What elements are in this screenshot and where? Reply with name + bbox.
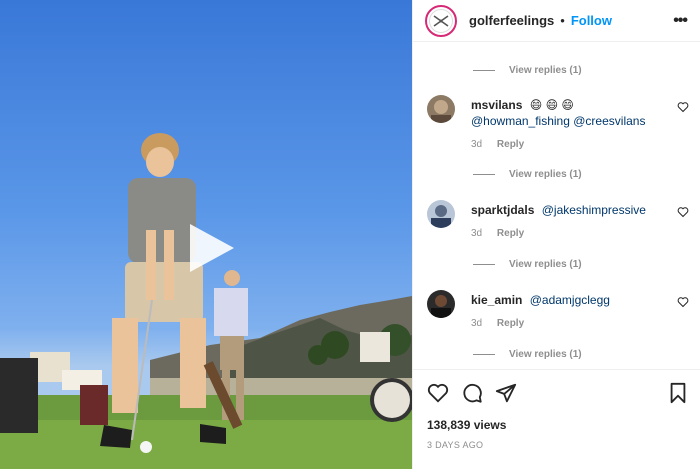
view-count[interactable]: 138,839 views <box>427 418 506 432</box>
post-timestamp: 3 DAYS AGO <box>427 440 484 450</box>
view-replies-button[interactable]: View replies (1) <box>473 65 582 76</box>
view-replies-label: View replies (1) <box>509 169 582 180</box>
follow-button[interactable]: Follow <box>571 13 612 28</box>
heart-icon[interactable] <box>427 382 449 404</box>
heart-icon[interactable] <box>677 296 689 308</box>
comment-time: 3d <box>471 139 483 150</box>
avatar[interactable] <box>427 290 455 318</box>
view-replies-button[interactable]: View replies (1) <box>473 349 582 360</box>
heart-icon[interactable] <box>677 101 689 113</box>
view-replies-button[interactable]: View replies (1) <box>473 259 582 270</box>
comment-meta: 3d Reply <box>471 228 536 239</box>
more-options-icon[interactable]: ••• <box>673 12 688 30</box>
separator-dot: • <box>560 13 565 28</box>
post-sidebar: golferfeelings • Follow ••• View replies… <box>412 0 700 469</box>
divider-line <box>473 264 495 265</box>
post-actions: 138,839 views 3 DAYS AGO <box>413 369 700 469</box>
divider-line <box>473 174 495 175</box>
account-avatar[interactable] <box>425 4 457 37</box>
share-icon[interactable] <box>495 382 517 404</box>
view-replies-label: View replies (1) <box>509 259 582 270</box>
comment-text: kie_amin @adamjgclegg <box>471 292 667 308</box>
view-replies-label: View replies (1) <box>509 65 582 76</box>
divider-line <box>473 70 495 71</box>
comment-time: 3d <box>471 228 483 239</box>
comment-username[interactable]: sparktjdals <box>471 203 534 217</box>
comment-username[interactable]: msvilans <box>471 98 522 112</box>
reply-button[interactable]: Reply <box>497 228 524 239</box>
reply-button[interactable]: Reply <box>497 139 524 150</box>
bookmark-icon[interactable] <box>667 382 689 404</box>
mention-link[interactable]: @adamjgclegg <box>530 293 610 307</box>
comment-text: sparktjdals @jakeshimpressive <box>471 202 667 218</box>
crossed-clubs-logo-icon <box>429 8 453 33</box>
comment-icon[interactable] <box>461 382 483 404</box>
comment-time: 3d <box>471 318 483 329</box>
comment-text: msvilans 😄 😄 😄 @howman_fishing @creesvil… <box>471 97 667 129</box>
mention-link[interactable]: @howman_fishing <box>471 114 570 128</box>
comment-meta: 3d Reply <box>471 318 536 329</box>
avatar[interactable] <box>427 200 455 228</box>
view-replies-label: View replies (1) <box>509 349 582 360</box>
avatar[interactable] <box>427 95 455 123</box>
heart-icon[interactable] <box>677 206 689 218</box>
mention-link[interactable]: @jakeshimpressive <box>542 203 646 217</box>
account-username[interactable]: golferfeelings <box>469 13 554 28</box>
video-player[interactable] <box>0 0 412 469</box>
comment-emoji: 😄 😄 😄 <box>529 98 574 112</box>
play-icon[interactable] <box>180 218 240 278</box>
comment-meta: 3d Reply <box>471 139 536 150</box>
view-replies-button[interactable]: View replies (1) <box>473 169 582 180</box>
divider-line <box>473 354 495 355</box>
post-header: golferfeelings • Follow ••• <box>413 0 700 42</box>
mention-link[interactable]: @creesvilans <box>573 114 645 128</box>
comment-username[interactable]: kie_amin <box>471 293 522 307</box>
reply-button[interactable]: Reply <box>497 318 524 329</box>
comments-list[interactable]: View replies (1) msvilans 😄 😄 😄 @howman_… <box>413 43 700 369</box>
